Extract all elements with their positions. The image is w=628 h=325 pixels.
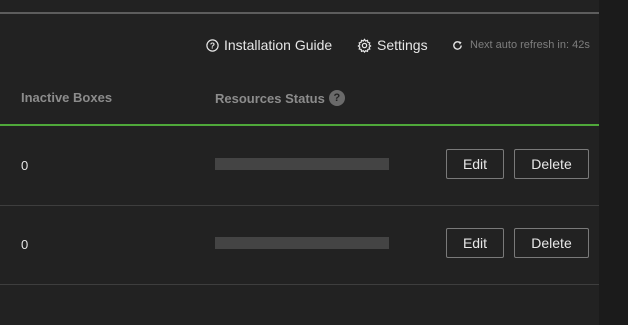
column-header-label: Inactive Boxes [21,90,113,105]
inactive-boxes-cell: 0 [21,237,29,252]
boxes-panel: ? Installation Guide Settings Next auto … [0,0,599,325]
edit-button[interactable]: Edit [446,149,504,179]
auto-refresh-status[interactable]: Next auto refresh in: 42s [452,39,590,51]
help-icon[interactable]: ? [328,90,345,106]
table-header: Inactive Boxes Resources Status ? [0,82,599,126]
refresh-countdown-text: Next auto refresh in: 42s [470,39,590,51]
refresh-icon [452,40,470,51]
svg-text:?: ? [210,40,215,50]
table-row: 0 Edit Delete [0,205,599,285]
resources-status-bar [215,237,389,249]
settings-link[interactable]: Settings [357,37,428,53]
delete-button[interactable]: Delete [514,228,589,258]
settings-label: Settings [377,37,428,53]
column-header-label: Resources Status [215,90,325,106]
edit-button[interactable]: Edit [446,228,504,258]
resources-status-fill [215,158,389,170]
resources-status-fill [215,237,389,249]
installation-guide-label: Installation Guide [224,37,333,53]
top-divider [0,12,599,14]
toolbar: ? Installation Guide Settings Next auto … [0,37,599,55]
installation-guide-link[interactable]: ? Installation Guide [206,37,332,53]
help-circle-icon: ? [206,38,224,52]
resources-status-bar [215,158,389,170]
delete-button[interactable]: Delete [514,149,589,179]
inactive-boxes-cell: 0 [21,158,29,173]
column-header-inactive-boxes[interactable]: Inactive Boxes [21,90,112,105]
table-row: 0 Edit Delete [0,126,599,206]
column-header-resources-status[interactable]: Resources Status ? [215,90,345,106]
gear-icon [357,37,377,53]
